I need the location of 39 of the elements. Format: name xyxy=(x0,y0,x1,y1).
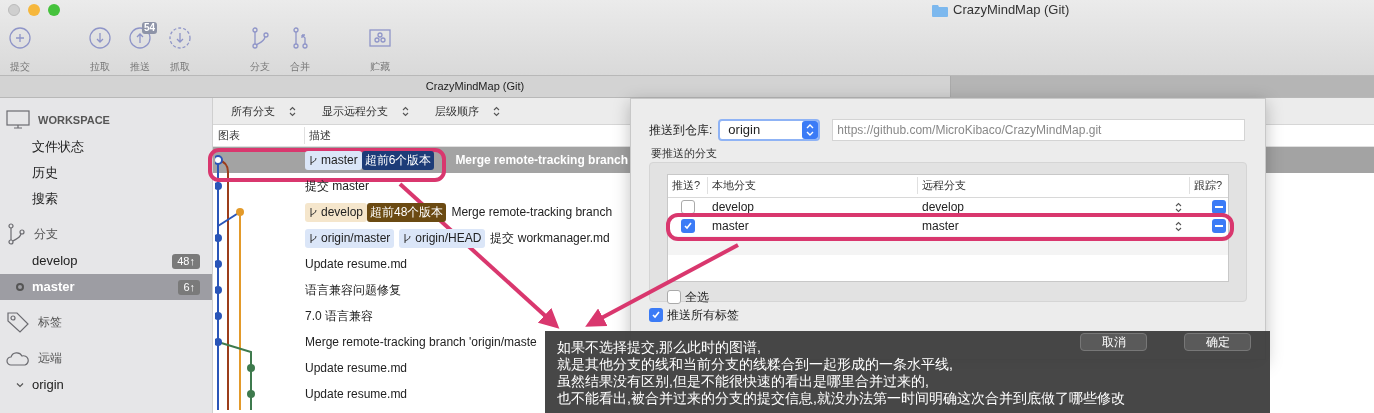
section-header: 远端 xyxy=(38,350,62,367)
caption-line: 如果不选择提交,那么此时的图谱, xyxy=(557,339,761,356)
column-header: 远程分支 xyxy=(918,177,1190,194)
column-header: 跟踪? xyxy=(1193,178,1223,194)
branch-tag: master xyxy=(305,150,362,170)
column-header: 本地分支 xyxy=(708,177,918,194)
commit-message: 提交 workmanager.md xyxy=(490,230,610,247)
branch-tag: origin/master xyxy=(305,228,395,248)
checkbox-label: 全选 xyxy=(685,288,709,306)
window-title: CrazyMindMap (Git) xyxy=(953,1,1070,20)
caption-line: 也不能看出,被合并过来的分支的提交信息,就没办法第一时间明确这次合并到底做了哪些修改 xyxy=(557,390,1125,407)
section-header: 分支 xyxy=(34,226,58,243)
column-header: 图表 xyxy=(213,127,305,144)
field-label: 推送到仓库: xyxy=(649,122,713,139)
commit-message: Merge remote-tracking branch xyxy=(451,204,613,221)
column-header: 描述 xyxy=(308,128,331,144)
sidebar-item-label: master xyxy=(32,278,76,297)
count-badge: 54 xyxy=(142,22,158,34)
section-header: 标签 xyxy=(38,314,62,331)
sidebar-item-label: 搜索 xyxy=(32,190,59,209)
sidebar-item-label: origin xyxy=(32,376,65,395)
ahead-count: 6↑ xyxy=(178,279,200,295)
sidebar-item-label: 历史 xyxy=(32,164,59,183)
sidebar-item-label: 文件状态 xyxy=(32,138,85,157)
branch-tag: develop xyxy=(305,202,368,222)
checkbox-label: 推送所有标签 xyxy=(667,306,739,324)
column-header: 推送? xyxy=(668,177,708,194)
ahead-tag: 超前48个版本 xyxy=(367,202,447,222)
section-header: WORKSPACE xyxy=(38,112,110,128)
ahead-count: 48↑ xyxy=(172,253,200,269)
caption-line: 虽然结果没有区别,但是不能很快速的看出是哪里合并过来的, xyxy=(557,373,929,390)
local-branch: master xyxy=(711,218,750,235)
caption-line: 就是其他分支的线和当前分支的线糅合到一起形成的一条水平线, xyxy=(557,356,953,373)
local-branch: develop xyxy=(711,199,756,216)
branch-tag: origin/HEAD xyxy=(399,228,486,248)
commit-message: Merge remote-tracking branch xyxy=(455,152,629,169)
group-label: 要推送的分支 xyxy=(650,146,718,161)
sidebar-item-label: develop xyxy=(32,252,79,271)
commit-message: Update resume.md xyxy=(305,256,408,273)
